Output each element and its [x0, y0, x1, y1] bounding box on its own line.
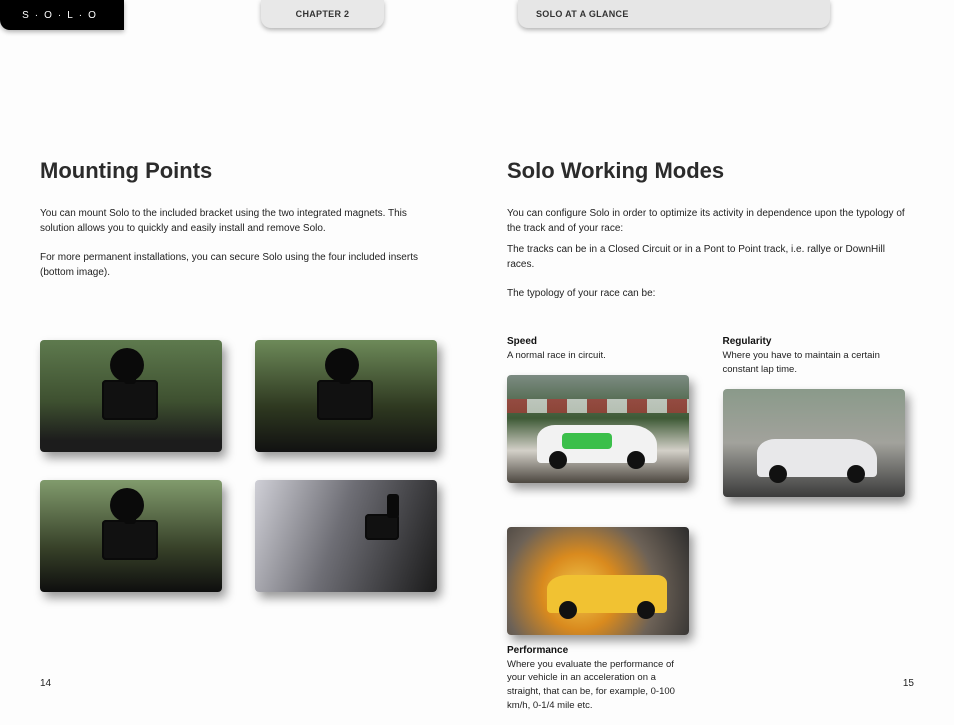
mode-performance-desc: Where you evaluate the performance of yo… [507, 658, 692, 713]
mode-speed-desc: A normal race in circuit. [507, 349, 692, 363]
page-number-right: 15 [903, 678, 914, 689]
modes-para-2: The tracks can be in a Closed Circuit or… [507, 242, 907, 272]
mode-speed-photo [507, 375, 689, 483]
chapter-tab: CHAPTER 2 [261, 0, 384, 28]
page-left: Mounting Points You can mount Solo to th… [0, 30, 477, 707]
brand-tab: S·O·L·O [0, 0, 124, 30]
modes-grid: Speed A normal race in circuit. Regulari… [507, 336, 914, 725]
chapter-tab-label: CHAPTER 2 [296, 9, 350, 19]
heading-mounting-points: Mounting Points [40, 158, 427, 184]
mounting-image-grid [40, 340, 440, 592]
mounting-para-1: You can mount Solo to the included brack… [40, 206, 427, 236]
mode-speed: Speed A normal race in circuit. [507, 336, 692, 497]
mounting-photo-4 [255, 480, 437, 592]
mode-regularity-photo [723, 389, 905, 497]
mode-regularity: Regularity Where you have to maintain a … [723, 336, 908, 497]
section-tab-label: SOLO AT A GLANCE [536, 9, 629, 19]
mounting-photo-1 [40, 340, 222, 452]
mounting-photo-3 [40, 480, 222, 592]
heading-working-modes: Solo Working Modes [507, 158, 914, 184]
mode-regularity-title: Regularity [723, 336, 908, 347]
page-number-left: 14 [40, 678, 51, 689]
mode-performance: Performance Where you evaluate the perfo… [507, 527, 692, 725]
mode-speed-title: Speed [507, 336, 692, 347]
page-right: Solo Working Modes You can configure Sol… [477, 30, 954, 707]
mode-regularity-desc: Where you have to maintain a certain con… [723, 349, 908, 377]
modes-para-3: The typology of your race can be: [507, 286, 907, 301]
brand-logo: S·O·L·O [22, 10, 102, 21]
mode-performance-title: Performance [507, 645, 692, 656]
section-tab: SOLO AT A GLANCE [518, 0, 830, 28]
mounting-photo-2 [255, 340, 437, 452]
mode-performance-photo [507, 527, 689, 635]
modes-para-1: You can configure Solo in order to optim… [507, 206, 907, 236]
mounting-para-2: For more permanent installations, you ca… [40, 250, 427, 280]
